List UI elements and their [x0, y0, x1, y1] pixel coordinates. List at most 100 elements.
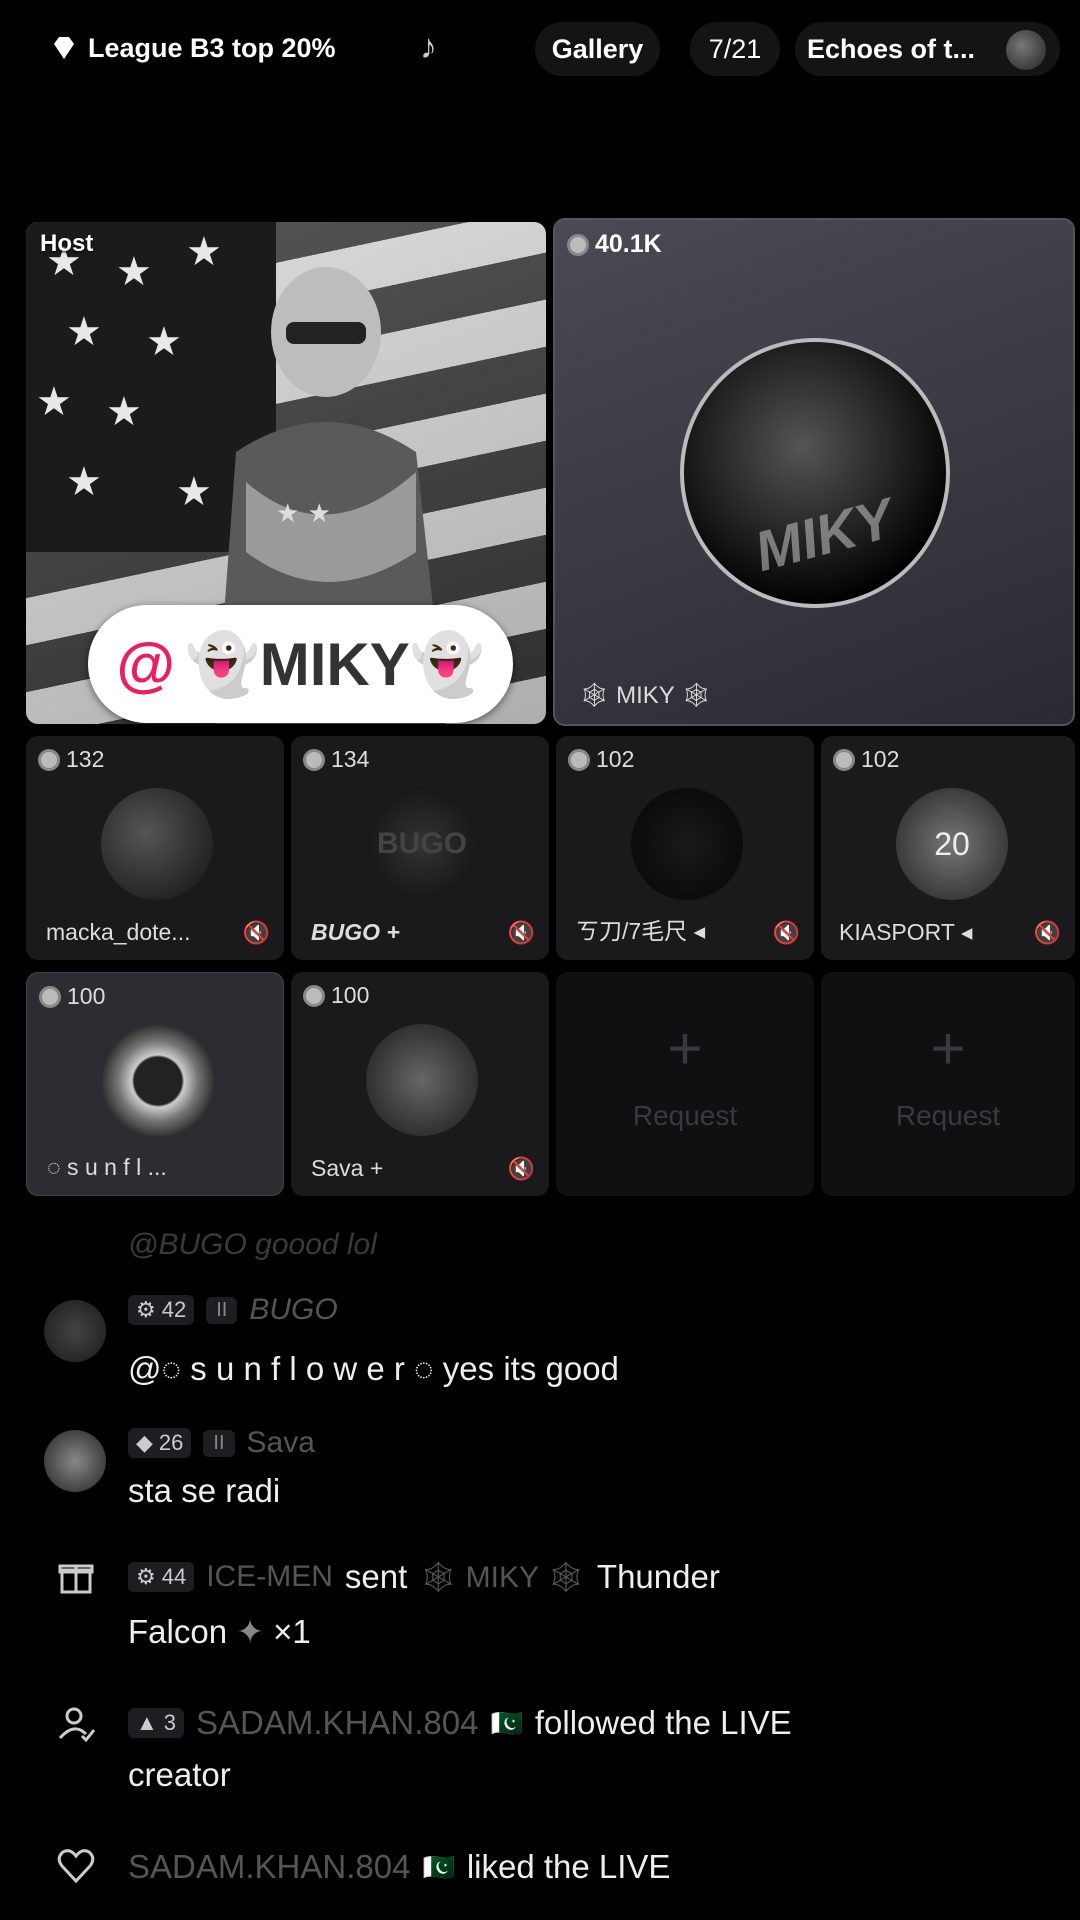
chat-username[interactable]: Sava	[247, 1426, 315, 1460]
star-icon: ★	[106, 390, 142, 434]
chat-message-cont: Falcon ✦ ×1	[128, 1612, 311, 1651]
coin-badge: 134	[303, 746, 369, 773]
coin-icon	[303, 748, 325, 771]
avatar[interactable]	[44, 1300, 106, 1362]
page-count: 7/21	[690, 22, 780, 76]
avatar: 20	[896, 788, 1008, 900]
request-label: Request	[632, 1100, 738, 1131]
chat-meta: ⚙ 44 ICE-MEN sent 🕸 MIKY 🕸 Thunder	[128, 1558, 720, 1596]
plus-icon: +	[930, 1015, 966, 1082]
guest-tile[interactable]: 102 20 KIASPORT ◂ 🔇	[821, 736, 1075, 960]
mention-bubble[interactable]: @ 👻MIKY👻	[88, 605, 513, 723]
avatar	[366, 1024, 478, 1136]
coin-badge: 40.1K	[567, 230, 662, 259]
chat-meta: ◆ 26 II Sava	[128, 1426, 315, 1460]
gift-icon: ✦	[236, 1613, 264, 1650]
chat-faded-message: @BUGO goood lol	[128, 1228, 377, 1261]
chat-message: followed the LIVE	[534, 1704, 792, 1741]
guest-tile[interactable]: 102 ㄎ刀/7毛尺 ◂ 🔇	[556, 736, 814, 960]
avatar-text: BUGO	[377, 827, 467, 860]
level-badge: ▲ 3	[128, 1708, 185, 1738]
gift-name-cont: Falcon	[128, 1613, 228, 1650]
coin-icon	[303, 984, 325, 1007]
gift-quantity: ×1	[273, 1613, 311, 1650]
chat-meta: SADAM.KHAN.804 🇵🇰 liked the LIVE	[128, 1848, 670, 1886]
gift-name: Thunder	[596, 1558, 720, 1595]
coin-badge: 132	[38, 746, 104, 773]
gift-recipient[interactable]: 🕸 MIKY 🕸	[419, 1560, 585, 1595]
coin-icon	[568, 748, 590, 771]
flag-icon: 🇵🇰	[422, 1851, 455, 1882]
guest-name: macka_dote...	[46, 919, 191, 945]
song-cover	[1006, 30, 1046, 70]
request-label: Request	[895, 1100, 1001, 1131]
avatar[interactable]	[44, 1430, 106, 1492]
chat-username[interactable]: ICE-MEN	[206, 1560, 333, 1594]
league-label: League B3 top 20%	[88, 32, 336, 63]
star-icon: ★	[36, 380, 72, 424]
request-slot[interactable]: + Request	[556, 972, 814, 1196]
star-icon: ★	[116, 250, 152, 294]
level-badge: ⚙ 44	[128, 1562, 195, 1592]
guest-name: BUGO +	[311, 919, 400, 945]
song-title: Echoes of t...	[807, 33, 976, 64]
music-note-icon[interactable]: ♪	[420, 28, 437, 67]
plus-icon: +	[667, 1015, 703, 1082]
star-icon: ★	[66, 310, 102, 354]
chat-message-cont: creator	[128, 1756, 231, 1793]
guest-name-label: 🕸 MIKY 🕸	[579, 682, 712, 709]
chat-username[interactable]: SADAM.KHAN.804	[128, 1848, 410, 1886]
coin-badge: 100	[39, 983, 105, 1010]
follow-icon	[48, 1696, 104, 1752]
guest-tile[interactable]: 100 ◌ s u n f l ...	[26, 972, 284, 1196]
league-badge[interactable]: League B3 top 20%	[50, 30, 336, 66]
flag-icon: 🇵🇰	[490, 1707, 523, 1738]
guest-tile-main[interactable]: 40.1K MIKY 🕸 MIKY 🕸	[553, 218, 1075, 726]
level-value: 3	[163, 1710, 177, 1735]
mic-muted-icon: 🔇	[507, 1156, 535, 1181]
request-slot[interactable]: + Request	[821, 972, 1075, 1196]
coin-badge: 102	[568, 746, 634, 773]
svg-text:★ ★: ★ ★	[276, 499, 331, 529]
level-badge: ◆ 26	[128, 1428, 192, 1458]
avatar	[101, 788, 213, 900]
coin-badge: 102	[833, 746, 899, 773]
coin-badge: 100	[303, 982, 369, 1009]
fan-badge: II	[203, 1429, 235, 1457]
mention-name: 👻MIKY👻	[185, 630, 485, 698]
chat-username[interactable]: SADAM.KHAN.804	[196, 1704, 478, 1742]
guest-name: 🕸 MIKY 🕸	[579, 681, 712, 710]
guest-tile[interactable]: 132 macka_dote... 🔇	[26, 736, 284, 960]
now-playing-button[interactable]: Echoes of t...	[795, 22, 1060, 76]
mic-muted-icon: 🔇	[772, 920, 800, 945]
chat-message: sta se radi	[128, 1472, 281, 1509]
gallery-button[interactable]: Gallery	[535, 22, 660, 76]
page-count-label: 7/21	[708, 33, 762, 64]
avatar	[631, 788, 743, 900]
mic-muted-icon: 🔇	[242, 920, 270, 945]
coin-icon	[38, 748, 60, 771]
chat-username[interactable]: BUGO	[249, 1293, 337, 1327]
fan-badge: II	[206, 1296, 238, 1324]
coin-count: 100	[67, 983, 106, 1009]
coin-count: 132	[66, 746, 105, 772]
coin-icon	[39, 985, 61, 1008]
top-bar: League B3 top 20% ♪ Gallery 7/21 Echoes …	[0, 0, 1080, 100]
level-value: 44	[161, 1564, 187, 1589]
guest-tile[interactable]: 100 Sava + 🔇	[291, 972, 549, 1196]
guest-tile[interactable]: 134 BUGO BUGO + 🔇	[291, 736, 549, 960]
avatar: MIKY	[680, 338, 950, 608]
mic-muted-icon: 🔇	[1033, 920, 1061, 945]
level-value: 42	[161, 1297, 187, 1322]
star-icon: ★	[66, 460, 102, 504]
gallery-label: Gallery	[551, 33, 644, 64]
mic-muted-icon: 🔇	[507, 920, 535, 945]
chat-meta: ⚙ 42 II BUGO	[128, 1293, 338, 1327]
coin-count: 40.1K	[595, 230, 662, 258]
chat-meta: ▲ 3 SADAM.KHAN.804 🇵🇰 followed the LIVE	[128, 1704, 792, 1742]
coin-count: 134	[331, 746, 370, 772]
guest-name: ㄎ刀/7毛尺 ◂	[576, 918, 706, 944]
heart-icon	[48, 1838, 104, 1894]
level-badge: ⚙ 42	[128, 1295, 195, 1325]
coin-icon	[567, 233, 589, 256]
